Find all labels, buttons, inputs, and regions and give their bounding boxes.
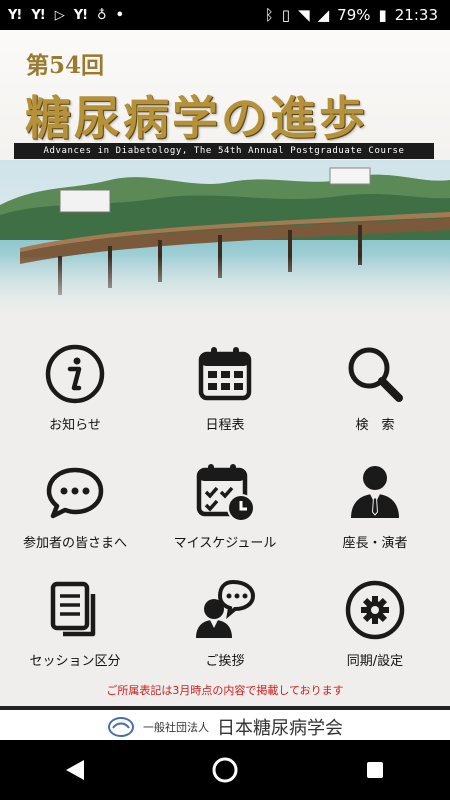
- recents-button[interactable]: [345, 740, 405, 800]
- menu-label: 座長・演者: [342, 536, 408, 551]
- home-button[interactable]: [195, 740, 255, 800]
- menu-label: マイスケジュール: [173, 536, 277, 551]
- play-icon: ▷: [54, 7, 65, 23]
- menu-chairs-speakers[interactable]: 座長・演者: [300, 446, 450, 564]
- yahoo-icon: Y!: [73, 7, 88, 23]
- menu-label: 同期/設定: [346, 654, 404, 669]
- menu-participants[interactable]: 参加者の皆さまへ: [0, 446, 150, 564]
- menu-label: 参加者の皆さまへ: [22, 536, 127, 551]
- android-nav-bar: [0, 740, 450, 800]
- menu-my-schedule[interactable]: マイスケジュール: [150, 446, 300, 564]
- org-type: 一般社団法人: [143, 721, 209, 734]
- bluetooth-icon: ᛒ: [264, 6, 274, 24]
- wifi-icon: ◥: [298, 6, 310, 24]
- person-icon: [351, 466, 399, 518]
- home-circle-icon: [212, 757, 238, 783]
- menu-news[interactable]: お知らせ: [0, 328, 150, 446]
- status-bar: Y! Y! ▷ Y! ♁ • ᛒ ▯ ◥ ◢ 79% ▮ 21:33: [0, 0, 450, 30]
- menu-label: お知らせ: [49, 418, 101, 433]
- more-icon: •: [115, 7, 124, 23]
- search-icon: [348, 347, 403, 402]
- menu-session-categories[interactable]: セッション区分: [0, 564, 150, 682]
- calendar-icon: [198, 347, 252, 401]
- menu-label: ご挨拶: [205, 654, 245, 669]
- battery-percent: 79%: [337, 6, 371, 24]
- menu-label: セッション区分: [29, 654, 121, 669]
- footer-society-banner[interactable]: 一般社団法人 日本糖尿病学会: [0, 706, 450, 744]
- notification-icons: Y! Y! ▷ Y! ♁ •: [0, 7, 124, 23]
- gear-icon: [345, 580, 405, 640]
- menu-label: 検 索: [355, 418, 395, 433]
- yahoo-icon: Y!: [8, 7, 22, 23]
- menu-greeting[interactable]: ご挨拶: [150, 564, 300, 682]
- documents-icon: [50, 581, 96, 637]
- menu-schedule[interactable]: 日程表: [150, 328, 300, 446]
- notice-text: ご所属表記は3月時点の内容で掲載しております: [106, 684, 344, 697]
- menu-grid: お知らせ 日程表 検 索 参加者の皆さまへ マイスケジュール 座長・演者 セッシ…: [0, 328, 450, 683]
- info-icon: [45, 344, 105, 404]
- bulb-icon: ♁: [97, 7, 106, 23]
- calendar-clock-icon: [196, 464, 255, 522]
- clock: 21:33: [394, 6, 438, 24]
- menu-sync-settings[interactable]: 同期/設定: [300, 564, 450, 682]
- vibrate-icon: ▯: [281, 6, 291, 24]
- battery-icon: ▮: [378, 6, 387, 24]
- signal-icon: ◢: [317, 6, 330, 24]
- app-screen: 第54回 糖尿病学の進歩 Advances in Diabetology, Th…: [0, 30, 450, 744]
- subtitle-bar: Advances in Diabetology, The 54th Annual…: [14, 143, 434, 159]
- back-triangle-icon: [66, 760, 84, 780]
- menu-search[interactable]: 検 索: [300, 328, 450, 446]
- org-name: 日本糖尿病学会: [217, 718, 343, 739]
- recents-square-icon: [367, 762, 383, 778]
- menu-label: 日程表: [205, 418, 245, 433]
- back-button[interactable]: [45, 740, 105, 800]
- speaker-icon: [196, 579, 256, 638]
- hero-image-bridge: [0, 160, 450, 320]
- edition-label: 第54回: [26, 52, 105, 79]
- page-title: 糖尿病学の進歩: [25, 91, 368, 145]
- subtitle: Advances in Diabetology, The 54th Annual…: [43, 146, 405, 156]
- society-logo-icon: [108, 717, 134, 737]
- yahoo-icon: Y!: [31, 7, 45, 23]
- chat-bubble-icon: [46, 467, 104, 519]
